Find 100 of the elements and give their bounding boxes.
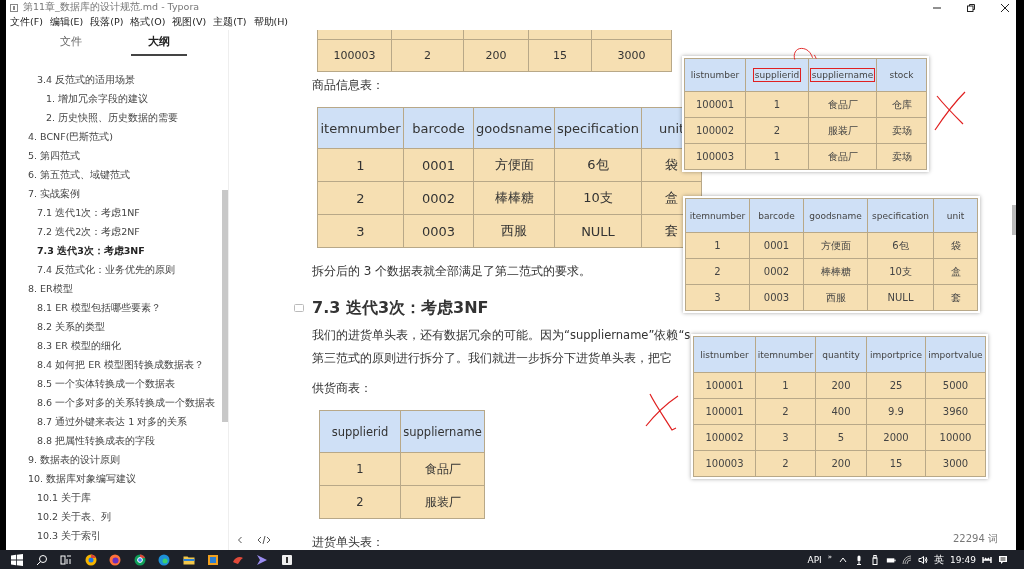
outline-item[interactable]: 8.3 ER 模型的细化 (37, 336, 121, 355)
browser-icon[interactable] (158, 553, 170, 566)
table-cell: 3960 (926, 399, 986, 425)
outline-item[interactable]: 10.1 关于库 (37, 488, 92, 507)
table-cell: 15 (529, 40, 592, 72)
column-header: suppliername (401, 411, 485, 453)
outline-item[interactable]: 7.3 迭代3次：考虑3NF (37, 241, 145, 260)
table-cell: 方便面 (804, 233, 868, 259)
table-cell: 2 (320, 486, 401, 519)
menu-item[interactable]: 段落(P) (90, 16, 124, 29)
task-view-icon[interactable] (60, 553, 72, 566)
table-cell: 盒 (934, 259, 978, 285)
close-icon[interactable] (1000, 2, 1010, 13)
table-cell: 服装厂 (401, 486, 485, 519)
column-header: importvalue (926, 337, 986, 373)
outline-item[interactable]: 8.6 一个多对多的关系转换成一个数据表 (37, 393, 216, 412)
table-cell: 100002 (685, 118, 746, 144)
outline-item[interactable]: 7.2 迭代2次：考虑2NF (37, 222, 140, 241)
table-cell: 0001 (750, 233, 804, 259)
column-header: goodsname (474, 108, 555, 149)
column-header: itemnumber (756, 337, 816, 373)
notification-icon[interactable] (998, 554, 1008, 565)
table-cell: 5 (816, 425, 867, 451)
menu-item[interactable]: 编辑(E) (49, 16, 84, 29)
column-header: specification (555, 108, 642, 149)
column-header: barcode (750, 199, 804, 233)
column-header: specification (868, 199, 934, 233)
outline-item[interactable]: 5. 第四范式 (28, 146, 81, 165)
column-header: barcode (404, 108, 474, 149)
outline-item[interactable]: 7. 实战案例 (28, 184, 81, 203)
table-cell: 10支 (555, 182, 642, 215)
wifi-icon[interactable] (902, 554, 913, 565)
outline-item[interactable]: 10. 数据库对象编写建议 (28, 469, 137, 488)
table-cell: 0001 (404, 149, 474, 182)
table-cell: 食品厂 (401, 453, 485, 486)
outline-item[interactable]: 7.1 迭代1次：考虑1NF (37, 203, 140, 222)
menu-item[interactable]: 帮助(H) (253, 16, 289, 29)
outline-item[interactable]: 7.4 反范式化：业务优先的原则 (37, 260, 176, 279)
tray-label[interactable]: API (807, 554, 822, 565)
column-header: listnumber (685, 59, 746, 92)
outline-item[interactable]: 1. 增加冗余字段的建议 (46, 89, 149, 108)
scrollbar-thumb[interactable] (222, 190, 228, 422)
column-header: importprice (867, 337, 926, 373)
table-cell: 卖场 (877, 118, 927, 144)
word-count[interactable]: 22294 词 (953, 532, 998, 546)
outline-item[interactable]: 8.4 如何把 ER 模型图转换成数据表？ (37, 355, 204, 374)
outline-item[interactable]: 8.8 把属性转换成表的字段 (37, 431, 156, 450)
menu-item[interactable]: 格式(O) (130, 16, 166, 29)
table-cell: 2 (318, 182, 404, 215)
paragraph: 拆分后的 3 个数据表就全部满足了第二范式的要求。 (312, 263, 592, 280)
table-cell: 套 (934, 285, 978, 311)
window-title: 第11章_数据库的设计规范.md - Typora (23, 1, 200, 14)
app-icon[interactable] (256, 553, 268, 566)
outline-item[interactable]: 8.5 一个实体转换成一个数据表 (37, 374, 176, 393)
outline-item[interactable]: 10.3 关于索引 (37, 526, 102, 545)
outline-item[interactable]: 8. ER模型 (28, 279, 73, 298)
browser-icon[interactable] (109, 553, 121, 566)
table-cell: 1 (746, 144, 809, 170)
table-cell: 2 (756, 399, 816, 425)
outline-item[interactable]: 2. 历史快照、历史数据的需要 (46, 108, 179, 127)
outline-item[interactable]: 8.2 关系的类型 (37, 317, 106, 336)
outline-item[interactable]: 8.7 通过外键来表达 1 对多的关系 (37, 412, 188, 431)
outline-item[interactable]: 8.1 ER 模型包括哪些要素？ (37, 298, 161, 317)
input-method-indicator[interactable]: 英 (934, 552, 945, 567)
sidebar-tab[interactable]: 大纲 (131, 32, 187, 56)
outline-item[interactable]: 9. 数据表的设计原则 (28, 450, 121, 469)
table-cell: 2 (756, 451, 816, 477)
app-icon[interactable] (982, 554, 992, 565)
outline-item[interactable]: 4. BCNF(巴斯范式) (28, 127, 114, 146)
search-icon[interactable] (35, 553, 48, 566)
table-cell: 0002 (404, 182, 474, 215)
table-cell: 100003 (685, 144, 746, 170)
table-cell: 1 (756, 373, 816, 399)
browser-icon[interactable] (133, 553, 146, 566)
app-icon[interactable] (207, 553, 219, 566)
app-icon[interactable] (280, 553, 293, 566)
menu-item[interactable]: 主题(T) (213, 16, 247, 29)
outline-item[interactable]: 10.2 关于表、列 (37, 507, 112, 526)
menu-item[interactable]: 视图(V) (172, 16, 207, 29)
menu-item[interactable]: 文件(F) (10, 16, 43, 29)
table-cell: 3 (756, 425, 816, 451)
volume-icon[interactable] (918, 554, 929, 565)
outline-item[interactable]: 3.4 反范式的适用场景 (37, 70, 136, 89)
sidebar-tab[interactable]: 文件 (16, 32, 126, 56)
table-cell: 食品厂 (809, 144, 877, 170)
browser-icon[interactable] (84, 553, 97, 566)
scrollbar-thumb[interactable] (1012, 205, 1016, 235)
table-cell (392, 30, 464, 40)
outline-item[interactable]: 6. 第五范式、域键范式 (28, 165, 131, 184)
table-cell: 1 (320, 453, 401, 486)
usb-drive-icon[interactable] (870, 554, 881, 565)
table-cell: 卖场 (877, 144, 927, 170)
table-cell: 0003 (404, 215, 474, 248)
windows-start-icon[interactable] (11, 553, 23, 566)
table-cell: 3000 (592, 40, 672, 72)
clock[interactable]: 19:49 (950, 554, 976, 565)
source-code-icon[interactable] (257, 535, 271, 545)
column-header: goodsname (804, 199, 868, 233)
restore-icon[interactable] (966, 2, 976, 13)
table-cell (464, 30, 529, 40)
